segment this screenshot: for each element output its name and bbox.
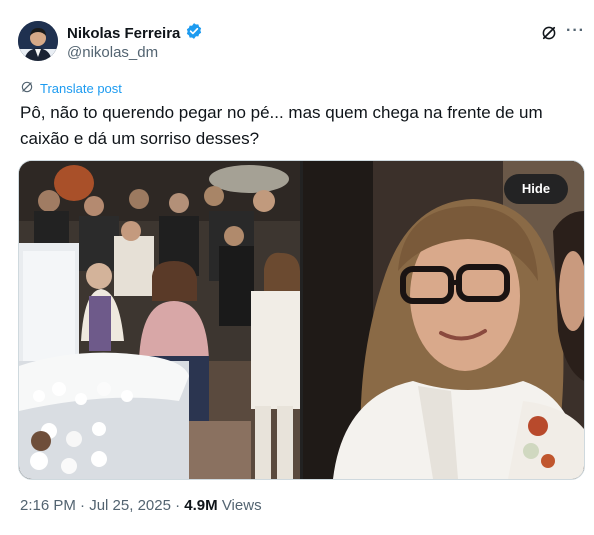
- media-grid[interactable]: Hide: [18, 160, 585, 480]
- post-meta: 2:16 PM · Jul 25, 2025 · 4.9M Views: [20, 497, 262, 514]
- verified-badge-icon: [185, 22, 203, 44]
- grok-icon[interactable]: [540, 24, 558, 42]
- author-handle[interactable]: @nikolas_dm: [67, 44, 158, 61]
- views-count: 4.9M: [184, 497, 218, 514]
- post-time[interactable]: 2:16 PM: [20, 497, 76, 514]
- hide-media-button[interactable]: Hide: [504, 174, 568, 204]
- more-options-button[interactable]: ···: [566, 22, 585, 40]
- author-display-name[interactable]: Nikolas Ferreira: [67, 25, 180, 42]
- post-text: Pô, não to querendo pegar no pé... mas q…: [20, 103, 543, 148]
- post-image-woman-smiling[interactable]: [303, 161, 584, 479]
- post-image-funeral-scene[interactable]: [19, 161, 300, 479]
- author-name-row[interactable]: Nikolas Ferreira: [67, 22, 203, 44]
- translate-post-link[interactable]: Translate post: [20, 80, 122, 97]
- post-date[interactable]: Jul 25, 2025: [89, 497, 171, 514]
- translate-icon: [20, 80, 34, 97]
- views-label: Views: [221, 497, 262, 514]
- meta-separator: ·: [80, 497, 86, 514]
- translate-label[interactable]: Translate post: [40, 81, 122, 96]
- meta-separator: ·: [175, 497, 181, 514]
- avatar[interactable]: [18, 21, 58, 61]
